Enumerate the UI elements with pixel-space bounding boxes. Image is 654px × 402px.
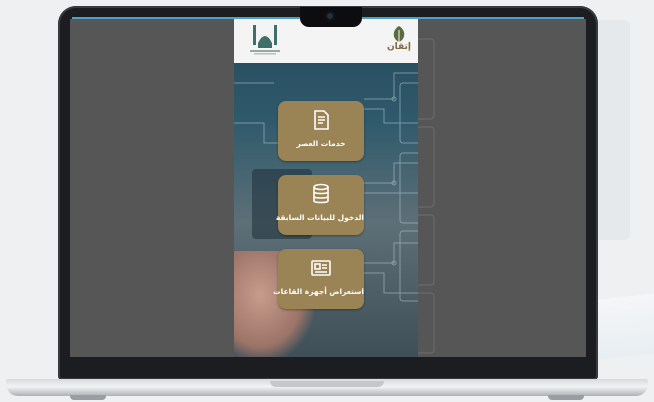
document-icon — [314, 110, 329, 130]
laptop-foot-right — [548, 395, 584, 400]
leaf-icon — [393, 26, 405, 42]
circuit-art-right — [418, 38, 435, 354]
itqan-logo: إتقان — [384, 25, 414, 57]
university-logo — [248, 23, 282, 57]
camera-icon — [325, 11, 335, 21]
brand-name: إتقان — [386, 42, 411, 52]
laptop-screen: إتقان خدمات العصر الدخول للبيانات السابق… — [70, 19, 586, 357]
menu-item-services[interactable]: خدمات العصر — [278, 101, 364, 161]
laptop-opening-groove — [270, 381, 384, 387]
mosque-emblem-icon — [250, 25, 280, 55]
menu-item-label: استعراض أجهزة القاعات — [273, 287, 364, 296]
laptop-foot-left — [70, 395, 106, 400]
database-icon — [313, 183, 329, 204]
menu-item-previous-data[interactable]: الدخول للبيانات السابقة — [275, 175, 364, 235]
newspaper-icon — [311, 260, 331, 276]
menu-item-label: خدمات العصر — [296, 139, 346, 148]
menu-item-hall-devices[interactable]: استعراض أجهزة القاعات — [273, 249, 364, 309]
menu-item-label: الدخول للبيانات السابقة — [275, 213, 364, 222]
phone-app-view: إتقان خدمات العصر الدخول للبيانات السابق… — [234, 19, 418, 357]
